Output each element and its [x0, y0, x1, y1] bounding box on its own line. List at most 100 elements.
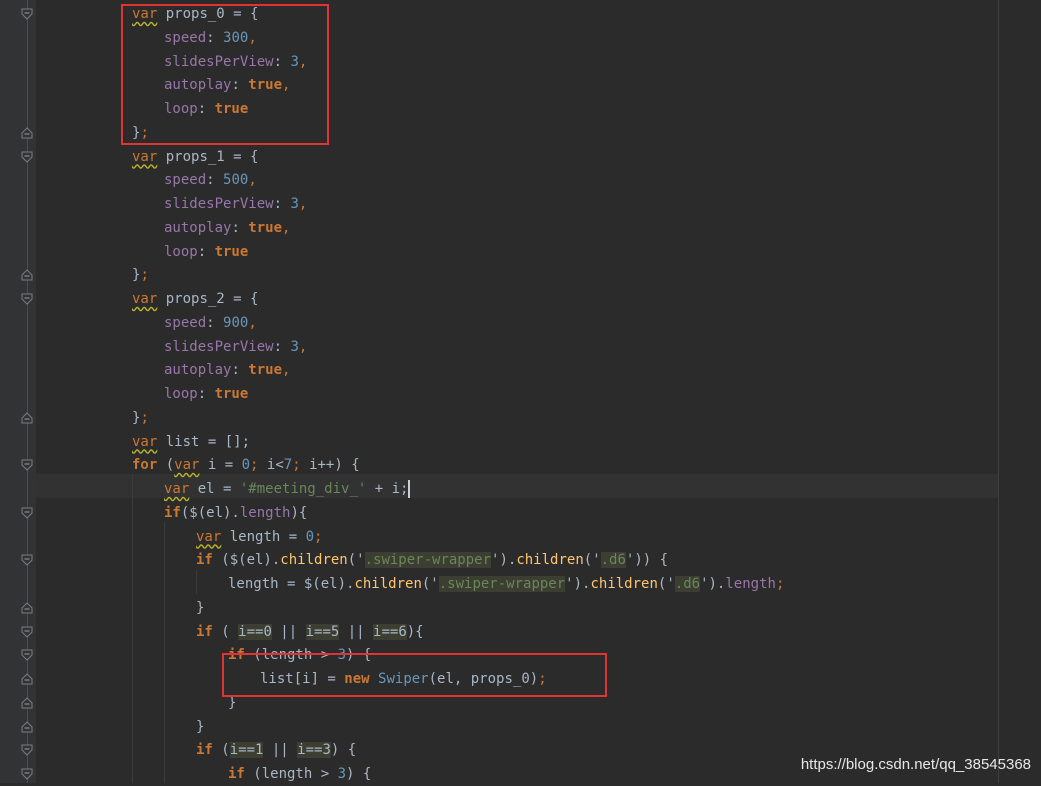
code-token: if	[164, 504, 181, 521]
fold-open-icon[interactable]	[21, 151, 33, 163]
code-token: ').	[565, 576, 591, 592]
code-line[interactable]: speed: 500,	[164, 168, 257, 192]
fold-open-icon[interactable]	[21, 8, 33, 20]
code-line[interactable]: length = $(el).children('.swiper-wrapper…	[228, 572, 784, 596]
code-line[interactable]: var list = [];	[132, 430, 250, 454]
code-token: var	[132, 433, 158, 450]
code-line[interactable]: if ($(el).children('.swiper-wrapper').ch…	[196, 548, 668, 572]
code-line[interactable]: };	[132, 263, 149, 287]
code-token: + i;	[366, 481, 409, 497]
code-line[interactable]: var props_2 = {	[132, 287, 258, 311]
code-token: ;	[140, 267, 149, 284]
code-token: }	[196, 599, 205, 616]
code-line[interactable]: var el = '#meeting_div_' + i;	[164, 477, 411, 501]
code-token: (	[212, 742, 230, 759]
code-token: ('	[657, 576, 675, 592]
code-token: var	[164, 481, 190, 497]
code-token: :	[273, 338, 291, 355]
code-line[interactable]: var length = 0;	[196, 525, 322, 549]
highlight-box-props-0	[121, 4, 329, 145]
code-token: length	[725, 576, 776, 592]
code-token: length =	[221, 528, 306, 545]
code-token: for	[132, 457, 158, 474]
code-token: :	[231, 219, 249, 236]
code-token: ($(el).	[212, 552, 281, 569]
code-token: if	[228, 766, 245, 782]
fold-close-icon[interactable]	[21, 127, 33, 139]
code-token: 3	[290, 338, 299, 355]
code-line[interactable]: speed: 900,	[164, 311, 257, 335]
fold-open-icon[interactable]	[21, 554, 33, 566]
fold-close-icon[interactable]	[21, 602, 33, 614]
code-token: i==1	[229, 742, 264, 759]
code-token: i<	[266, 457, 284, 474]
code-token: props_1 = {	[157, 148, 259, 165]
fold-open-icon[interactable]	[21, 744, 33, 756]
code-line[interactable]: }	[196, 715, 204, 739]
code-token: 3	[337, 766, 347, 782]
code-line[interactable]: autoplay: true,	[164, 358, 290, 382]
code-token: .swiper-wrapper	[438, 576, 566, 592]
code-token: ('	[583, 552, 601, 569]
code-token: :	[197, 386, 215, 402]
fold-close-icon[interactable]	[21, 412, 33, 424]
code-line[interactable]: slidesPerView: 3,	[164, 192, 307, 216]
code-token: ,	[298, 338, 308, 355]
code-token: 0	[305, 528, 315, 545]
code-token: children	[354, 576, 422, 592]
code-token: ) {	[330, 742, 357, 759]
watermark-text: https://blog.csdn.net/qq_38545368	[800, 756, 1031, 773]
code-line[interactable]: if (i==1 || i==3) {	[196, 738, 356, 762]
code-token: ('	[347, 552, 365, 569]
code-token: :	[206, 314, 224, 331]
code-token: true	[214, 243, 249, 260]
code-token: ').	[700, 576, 726, 592]
code-token: var	[174, 457, 200, 474]
code-token: ,	[282, 362, 291, 379]
code-token: .d6	[600, 552, 626, 569]
fold-close-icon[interactable]	[21, 269, 33, 281]
right-margin-guide	[998, 0, 999, 783]
code-line[interactable]: loop: true	[164, 382, 248, 406]
code-line[interactable]: if (length > 3) {	[228, 762, 371, 786]
fold-open-icon[interactable]	[21, 507, 33, 519]
code-token: autoplay	[164, 362, 232, 379]
code-token: (	[157, 457, 175, 474]
code-token: i==3	[297, 742, 331, 759]
code-line[interactable]: if ( i==0 || i==5 || i==6){	[196, 620, 424, 644]
code-token: (length >	[244, 766, 338, 782]
code-token: i =	[199, 457, 242, 474]
code-token: :	[197, 243, 215, 260]
code-token: ;	[775, 576, 785, 592]
code-line[interactable]: };	[132, 406, 149, 430]
code-token: true	[248, 362, 283, 379]
code-token: :	[273, 196, 291, 212]
code-token: ').	[491, 552, 517, 569]
code-token: ;	[314, 528, 323, 545]
code-line[interactable]: slidesPerView: 3,	[164, 335, 307, 359]
fold-close-icon[interactable]	[21, 720, 33, 733]
code-line[interactable]: loop: true	[164, 240, 248, 264]
code-token: if	[196, 742, 213, 759]
editor-gutter	[0, 0, 36, 783]
code-line[interactable]: var props_1 = {	[132, 145, 258, 169]
code-line[interactable]: if($(el).length){	[164, 501, 307, 525]
fold-open-icon[interactable]	[21, 768, 33, 780]
fold-close-icon[interactable]	[21, 697, 33, 709]
code-token: ,	[282, 219, 291, 236]
code-token: i++) {	[309, 457, 360, 474]
code-token: i==0	[238, 623, 272, 640]
fold-open-icon[interactable]	[21, 626, 33, 638]
code-token: .d6	[674, 576, 701, 592]
fold-open-icon[interactable]	[21, 459, 33, 471]
code-token: ('	[421, 576, 439, 592]
fold-close-icon[interactable]	[21, 673, 33, 685]
code-line[interactable]: autoplay: true,	[164, 216, 290, 240]
indent-guide	[164, 522, 165, 783]
fold-open-icon[interactable]	[21, 293, 33, 305]
code-line[interactable]: }	[196, 596, 204, 620]
code-line[interactable]: for (var i = 0; i<7; i++) {	[132, 453, 360, 477]
fold-open-icon[interactable]	[21, 649, 33, 661]
code-token: el =	[189, 481, 240, 497]
code-token: autoplay	[164, 219, 232, 236]
